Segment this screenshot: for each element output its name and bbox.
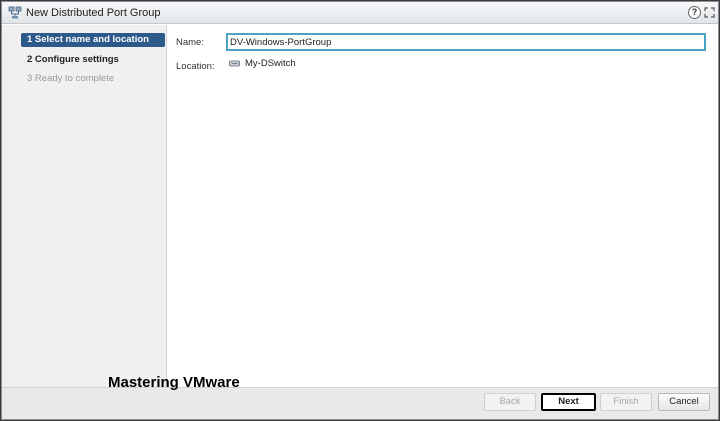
cancel-button[interactable]: Cancel [658,393,710,411]
step-ready-to-complete: 3 Ready to complete [27,73,115,84]
wizard-steps-sidebar: 1 Select name and location 2 Configure s… [2,25,167,387]
port-group-icon [8,6,22,19]
distributed-switch-icon [229,60,240,67]
name-label: Name: [176,37,204,48]
new-port-group-dialog: New Distributed Port Group ? 1 Select na… [1,1,719,420]
location-label: Location: [176,61,215,72]
finish-button: Finish [600,393,652,411]
location-value[interactable]: My-DSwitch [245,58,296,69]
dialog-title: New Distributed Port Group [26,7,161,19]
step-configure-settings[interactable]: 2 Configure settings [21,53,165,67]
title-bar: New Distributed Port Group ? [2,2,718,24]
expand-icon[interactable] [704,7,715,18]
back-button: Back [484,393,536,411]
next-button[interactable]: Next [541,393,596,411]
step-select-name-location[interactable]: 1 Select name and location [21,33,165,47]
watermark-text: Mastering VMware [108,374,240,391]
help-icon[interactable]: ? [688,6,701,19]
name-input[interactable] [226,33,706,51]
